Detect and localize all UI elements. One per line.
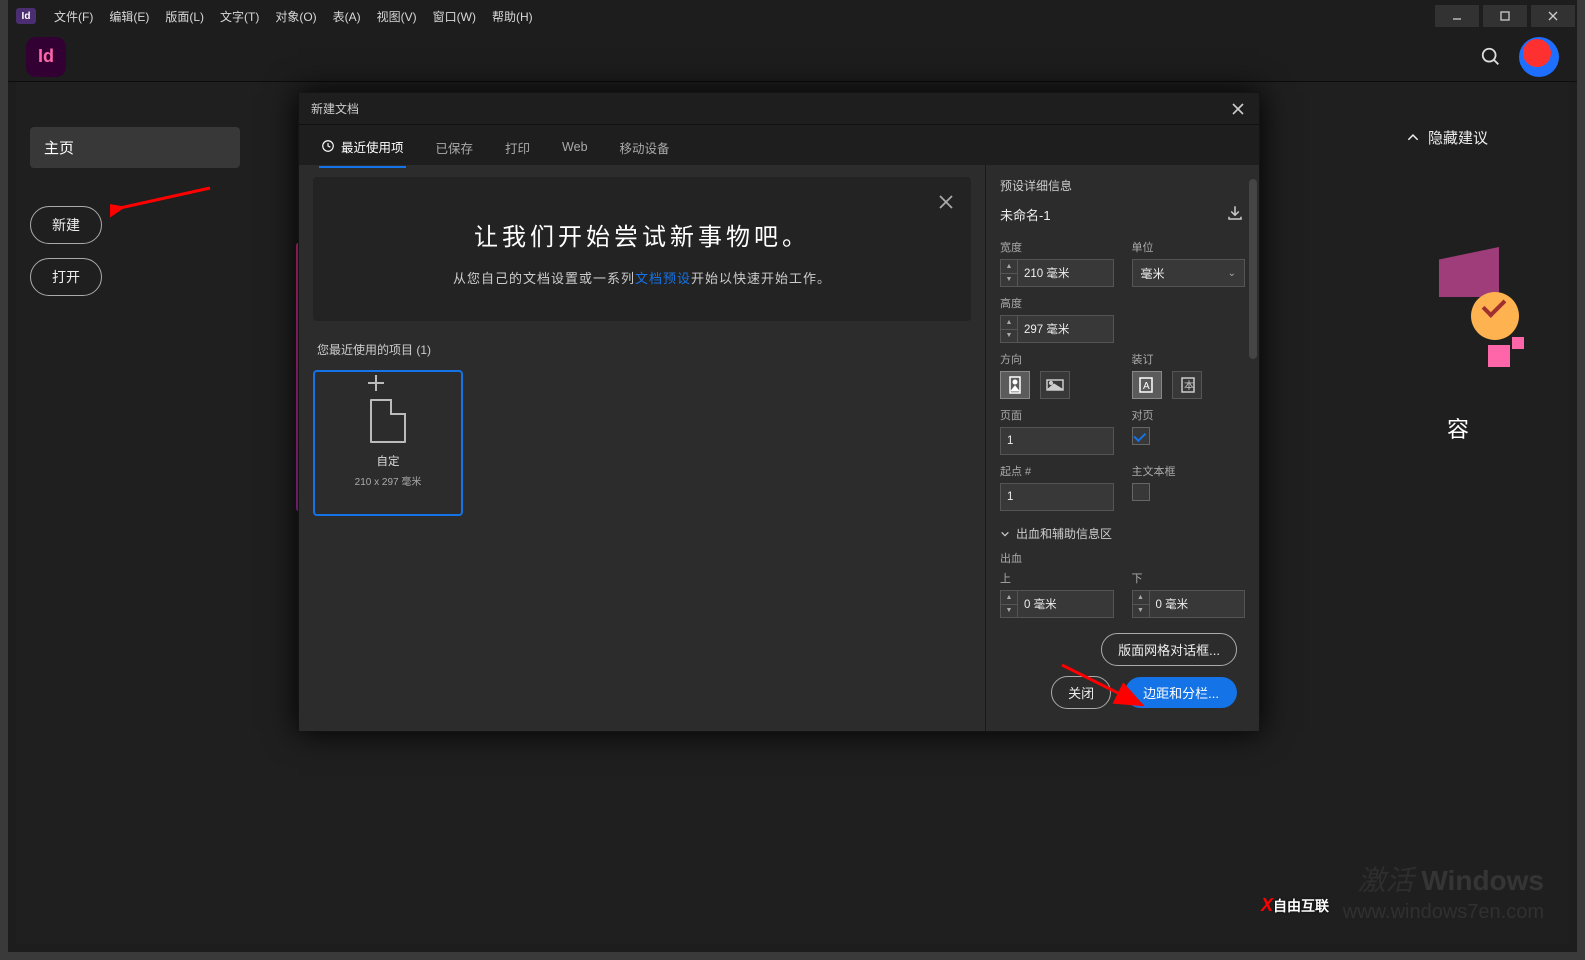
menu-view[interactable]: 视图(V) <box>369 4 425 29</box>
svg-text:A: A <box>1143 381 1150 392</box>
pages-input[interactable] <box>1000 427 1114 455</box>
facing-pages-checkbox[interactable] <box>1132 427 1150 445</box>
start-page-label: 起点 # <box>1000 463 1114 479</box>
app-badge-icon: Id <box>16 8 36 24</box>
pages-label: 页面 <box>1000 407 1114 423</box>
binding-label: 装订 <box>1132 351 1246 367</box>
dialog-close-button[interactable] <box>1229 100 1247 118</box>
tab-mobile[interactable]: 移动设备 <box>618 132 672 167</box>
spin-up-icon[interactable]: ▲ <box>1001 316 1017 330</box>
home-sidebar: 主页 新建 打开 <box>30 127 240 310</box>
tab-recent-label: 最近使用项 <box>341 137 404 156</box>
watermark-url: www.windows7en.com <box>1343 901 1544 924</box>
close-button[interactable]: 关闭 <box>1051 676 1111 709</box>
document-icon <box>370 399 406 443</box>
banner-heading: 让我们开始尝试新事物吧。 <box>343 217 941 252</box>
bleed-label: 出血 <box>1000 553 1022 565</box>
binding-ltr-button[interactable]: A <box>1132 371 1162 399</box>
tab-recent[interactable]: 最近使用项 <box>319 131 406 168</box>
tab-web[interactable]: Web <box>560 134 589 164</box>
open-button[interactable]: 打开 <box>30 258 102 296</box>
height-input[interactable]: ▲▼ <box>1000 315 1114 343</box>
watermark-windows: 激活 Windows <box>1358 859 1544 899</box>
hide-suggestions-toggle[interactable]: 隐藏建议 <box>1406 127 1551 148</box>
bleed-bottom-label: 下 <box>1132 570 1246 586</box>
orientation-portrait-button[interactable] <box>1000 371 1030 399</box>
bleed-section-toggle[interactable]: 出血和辅助信息区 <box>1000 525 1245 542</box>
spin-up-icon[interactable]: ▲ <box>1001 591 1017 605</box>
svg-text:本: 本 <box>1184 379 1194 392</box>
menu-file[interactable]: 文件(F) <box>46 4 101 29</box>
tab-saved[interactable]: 已保存 <box>434 132 476 167</box>
facing-pages-label: 对页 <box>1132 407 1246 423</box>
user-avatar[interactable] <box>1519 37 1559 77</box>
orientation-landscape-button[interactable] <box>1040 371 1070 399</box>
new-document-plus-icon <box>368 375 384 391</box>
width-label: 宽度 <box>1000 239 1114 255</box>
dialog-title: 新建文档 <box>311 100 359 117</box>
layout-grid-button[interactable]: 版面网格对话框... <box>1101 633 1237 666</box>
menu-layout[interactable]: 版面(L) <box>157 4 212 29</box>
search-icon[interactable] <box>1471 37 1511 77</box>
start-page-input[interactable] <box>1000 483 1114 511</box>
bleed-bottom-input[interactable]: ▲▼ <box>1132 590 1246 618</box>
scrollbar[interactable] <box>1249 179 1257 359</box>
spin-down-icon[interactable]: ▼ <box>1001 605 1017 618</box>
menu-type[interactable]: 文字(T) <box>212 4 267 29</box>
watermark-brand: X自由互联 <box>1261 895 1329 916</box>
app-window: Id 文件(F) 编辑(E) 版面(L) 文字(T) 对象(O) 表(A) 视图… <box>0 0 1585 960</box>
primary-text-frame-checkbox[interactable] <box>1132 483 1150 501</box>
primary-text-frame-label: 主文本框 <box>1132 463 1246 479</box>
binding-rtl-button[interactable]: 本 <box>1172 371 1202 399</box>
app-logo-icon: Id <box>26 37 66 77</box>
window-minimize-button[interactable] <box>1435 5 1479 27</box>
recent-items-label: 您最近使用的项目 (1) <box>317 341 971 358</box>
home-tab[interactable]: 主页 <box>30 127 240 168</box>
banner-text: 从您自己的文档设置或一系列文档预设开始以快速开始工作。 <box>343 268 941 287</box>
menu-bar: Id 文件(F) 编辑(E) 版面(L) 文字(T) 对象(O) 表(A) 视图… <box>8 0 1577 32</box>
orientation-label: 方向 <box>1000 351 1114 367</box>
save-preset-icon[interactable] <box>1225 204 1245 225</box>
unit-select[interactable]: 毫米 ⌄ <box>1132 259 1246 287</box>
spin-down-icon[interactable]: ▼ <box>1133 605 1149 618</box>
dialog-footer: 关闭 边距和分栏... <box>1000 666 1255 719</box>
spin-down-icon[interactable]: ▼ <box>1001 274 1017 287</box>
hide-suggestions-label: 隐藏建议 <box>1428 127 1488 148</box>
dialog-tabs: 最近使用项 已保存 打印 Web 移动设备 <box>299 125 1259 165</box>
bleed-top-label: 上 <box>1000 570 1114 586</box>
app-header: Id <box>8 32 1577 82</box>
suggestion-graphic <box>1439 237 1529 397</box>
chevron-down-icon: ⌄ <box>1228 268 1236 279</box>
window-maximize-button[interactable] <box>1483 5 1527 27</box>
spin-down-icon[interactable]: ▼ <box>1001 330 1017 343</box>
preset-details-title: 预设详细信息 <box>1000 177 1245 194</box>
preset-custom-tile[interactable]: 自定 210 x 297 毫米 <box>313 370 463 516</box>
suggestion-partial-text: 容 <box>1447 412 1469 444</box>
menu-help[interactable]: 帮助(H) <box>484 4 541 29</box>
preset-details-pane: 预设详细信息 未命名-1 宽度 ▲▼ <box>985 165 1259 731</box>
preset-subtitle: 210 x 297 毫米 <box>355 473 422 488</box>
spin-up-icon[interactable]: ▲ <box>1133 591 1149 605</box>
bleed-top-input[interactable]: ▲▼ <box>1000 590 1114 618</box>
preset-title: 自定 <box>377 453 400 469</box>
unit-label: 单位 <box>1132 239 1246 255</box>
tab-print[interactable]: 打印 <box>503 132 532 167</box>
spin-up-icon[interactable]: ▲ <box>1001 260 1017 274</box>
menu-edit[interactable]: 编辑(E) <box>101 4 157 29</box>
menu-object[interactable]: 对象(O) <box>267 4 324 29</box>
banner-close-button[interactable] <box>935 191 957 213</box>
menu-window[interactable]: 窗口(W) <box>425 4 484 29</box>
document-name-field[interactable]: 未命名-1 <box>1000 205 1225 224</box>
doc-presets-link[interactable]: 文档预设 <box>635 271 691 286</box>
window-close-button[interactable] <box>1531 5 1575 27</box>
dialog-header: 新建文档 <box>299 93 1259 125</box>
height-label: 高度 <box>1000 295 1114 311</box>
width-input[interactable]: ▲▼ <box>1000 259 1114 287</box>
new-button[interactable]: 新建 <box>30 206 102 244</box>
intro-banner: 让我们开始尝试新事物吧。 从您自己的文档设置或一系列文档预设开始以快速开始工作。 <box>313 177 971 321</box>
new-document-dialog: 新建文档 最近使用项 已保存 打印 Web 移动设备 让我们开始尝 <box>298 92 1260 732</box>
margins-columns-button[interactable]: 边距和分栏... <box>1125 677 1237 708</box>
dialog-left-pane: 让我们开始尝试新事物吧。 从您自己的文档设置或一系列文档预设开始以快速开始工作。… <box>299 165 985 731</box>
menu-table[interactable]: 表(A) <box>325 4 369 29</box>
